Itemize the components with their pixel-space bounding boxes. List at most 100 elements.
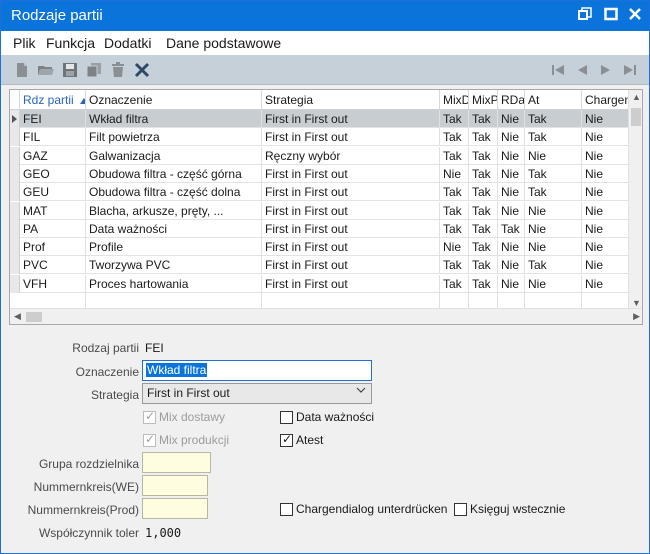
row-indicator[interactable] <box>10 256 20 275</box>
atest-label: Atest <box>296 433 324 447</box>
cell-at: Tak <box>525 164 582 183</box>
horizontal-scrollbar[interactable]: ◀ ▶ <box>10 308 642 324</box>
column-header-chargen[interactable]: Chargen <box>582 90 630 110</box>
cell-mixp: Tak <box>469 201 498 220</box>
column-header-mixd[interactable]: MixD <box>440 90 469 110</box>
next-record-icon[interactable] <box>597 61 615 79</box>
cell-mixd: Tak <box>440 201 469 220</box>
row-indicator[interactable] <box>10 183 20 202</box>
menu-dane-podstawowe[interactable]: Dane podstawowe <box>166 35 281 51</box>
column-header-rdaw[interactable]: RDaW <box>498 90 525 110</box>
row-indicator[interactable] <box>10 128 20 147</box>
row-indicator[interactable] <box>10 274 20 293</box>
column-header-at[interactable]: At <box>525 90 582 110</box>
table-row[interactable]: FIL Filt powietrza First in First out Tak Ta… <box>10 128 630 147</box>
cell-rdaw: Nie <box>498 146 525 165</box>
cell-mixd: Tak <box>440 256 469 275</box>
scroll-right-icon[interactable]: ▶ <box>633 311 640 322</box>
table-row[interactable]: VFH Proces hartowania First in First out Ta… <box>10 274 630 293</box>
cancel-icon[interactable] <box>133 61 151 79</box>
cell-mixd: Tak <box>440 183 469 202</box>
nummernkreis-we-input[interactable] <box>142 475 208 496</box>
table-row[interactable]: MAT Blacha, arkusze, pręty, ... First in F… <box>10 201 630 220</box>
vertical-scrollbar[interactable]: ▲ ▼ <box>628 90 642 310</box>
copy-icon[interactable] <box>85 61 103 79</box>
cell-chargen: Nie <box>582 256 630 275</box>
strategia-select[interactable]: First in First out <box>142 383 372 404</box>
cell-strategia: First in First out <box>262 238 440 257</box>
horizontal-scroll-thumb[interactable] <box>26 312 42 322</box>
table-row[interactable]: GAZ Galwanizacja Ręczny wybór Tak Tak Nie Nie N… <box>10 146 630 165</box>
open-folder-icon[interactable] <box>37 61 55 79</box>
batch-types-grid[interactable]: Rdz partii Oznaczenie Strategia MixD Mix… <box>9 89 643 325</box>
grupa-rozdzielnika-input[interactable] <box>142 452 211 473</box>
data-waznosci-checkbox[interactable] <box>280 411 293 424</box>
mix-produkcji-label: Mix produkcji <box>159 433 230 447</box>
last-record-icon[interactable] <box>621 61 639 79</box>
close-icon[interactable] <box>625 6 645 26</box>
cell-rdaw: Tak <box>498 219 525 238</box>
cell-oznaczenie: Profile <box>86 238 262 257</box>
cell-oznaczenie: Obudowa filtra - część dolna <box>86 183 262 202</box>
mix-dostawy-checkbox[interactable]: ✓ <box>143 410 156 424</box>
oznaczenie-input[interactable]: Wkład filtra <box>142 360 372 381</box>
cell-at: Nie <box>525 219 582 238</box>
column-header-oznaczenie[interactable]: Oznaczenie <box>86 90 262 110</box>
cell-rdaw: Nie <box>498 201 525 220</box>
table-row[interactable]: PVC Tworzywa PVC First in First out Tak Tak N… <box>10 256 630 275</box>
table-row[interactable]: GEU Obudowa filtra - część dolna First in … <box>10 183 630 202</box>
cell-mixd: Tak <box>440 219 469 238</box>
mix-produkcji-checkbox[interactable]: ✓ <box>143 433 156 447</box>
table-row[interactable]: PA Data ważności First in First out Tak Tak T… <box>10 219 630 238</box>
row-indicator[interactable] <box>10 201 20 220</box>
wspolczynnik-label: Współczynnik toler <box>38 526 139 540</box>
scroll-down-icon[interactable]: ▼ <box>632 298 641 308</box>
cell-strategia: Ręczny wybór <box>262 146 440 165</box>
cell-chargen: Nie <box>582 146 630 165</box>
row-indicator[interactable] <box>10 146 20 165</box>
restore-icon[interactable] <box>575 6 595 26</box>
ksieguj-wstecznie-checkbox[interactable] <box>454 503 467 516</box>
cell-strategia: First in First out <box>262 274 440 293</box>
cell-rdz-partii: PA <box>20 219 86 238</box>
row-indicator[interactable] <box>10 238 20 257</box>
cell-rdz-partii: MAT <box>20 201 86 220</box>
menu-dodatki[interactable]: Dodatki <box>104 35 151 51</box>
scroll-left-icon[interactable]: ◀ <box>14 311 21 322</box>
nummernkreis-prod-input[interactable] <box>142 498 208 519</box>
chargendialog-checkbox[interactable] <box>280 503 293 516</box>
cell-chargen: Nie <box>582 238 630 257</box>
table-row[interactable]: Prof Profile First in First out Nie Tak Nie Ni… <box>10 238 630 257</box>
row-indicator[interactable] <box>10 110 20 128</box>
vertical-scroll-thumb[interactable] <box>631 108 641 126</box>
new-document-icon[interactable] <box>13 61 31 79</box>
table-row[interactable]: GEO Obudowa filtra - część górna First in … <box>10 164 630 183</box>
table-row[interactable]: FEI Wkład filtra First in First out Tak Tak N… <box>10 110 630 128</box>
cell-rdaw: Nie <box>498 256 525 275</box>
cell-at: Nie <box>525 146 582 165</box>
data-waznosci-label: Data ważności <box>296 410 375 424</box>
menu-plik[interactable]: Plik <box>13 35 36 51</box>
atest-checkbox[interactable]: ✓ <box>280 433 293 447</box>
row-indicator-header <box>10 90 20 110</box>
delete-icon[interactable] <box>109 61 127 79</box>
rodzaj-partii-label: Rodzaj partii <box>72 341 139 355</box>
cell-rdaw: Nie <box>498 274 525 293</box>
row-indicator[interactable] <box>10 164 20 183</box>
maximize-icon[interactable] <box>601 6 621 26</box>
previous-record-icon[interactable] <box>573 61 591 79</box>
row-indicator[interactable] <box>10 219 20 238</box>
cell-rdaw: Nie <box>498 110 525 128</box>
scroll-up-icon[interactable]: ▲ <box>632 92 641 102</box>
column-header-strategia[interactable]: Strategia <box>262 90 440 110</box>
column-header-rdz-partii[interactable]: Rdz partii <box>20 90 86 110</box>
first-record-icon[interactable] <box>549 61 567 79</box>
cell-mixp: Tak <box>469 238 498 257</box>
cell-mixp: Tak <box>469 274 498 293</box>
chevron-down-icon <box>356 385 366 398</box>
save-icon[interactable] <box>61 61 79 79</box>
column-header-mixp[interactable]: MixP <box>469 90 498 110</box>
cell-mixd: Tak <box>440 128 469 147</box>
menu-funkcja[interactable]: Funkcja <box>46 35 95 51</box>
title-bar: Rodzaje partii <box>1 1 649 31</box>
